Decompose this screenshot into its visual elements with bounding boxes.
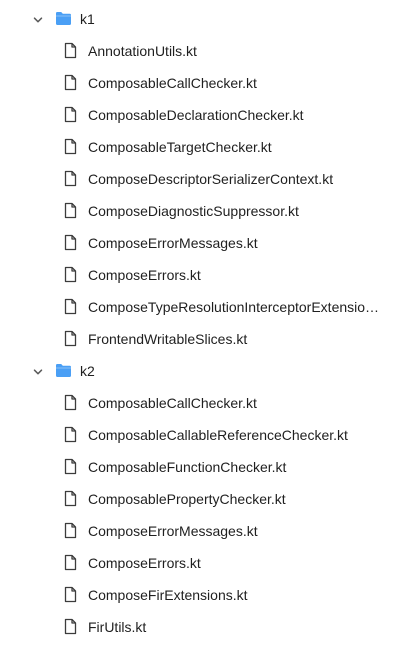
folder-icon	[55, 363, 72, 378]
folder-label: k2	[80, 363, 95, 379]
file-name: ComposableFunctionChecker.kt	[88, 459, 287, 475]
file-icon	[64, 202, 77, 219]
chevron-down-icon[interactable]	[32, 13, 44, 25]
file-item[interactable]: ComposeErrors.kt	[0, 547, 410, 579]
file-name: ComposeErrorMessages.kt	[88, 523, 258, 539]
file-icon	[64, 618, 77, 635]
file-name: ComposeTypeResolutionInterceptorExtensio…	[88, 299, 386, 315]
file-name: ComposeErrors.kt	[88, 267, 201, 283]
file-item[interactable]: FrontendWritableSlices.kt	[0, 323, 410, 355]
file-item[interactable]: ComposableCallChecker.kt	[0, 67, 410, 99]
folder-label: k1	[80, 11, 95, 27]
file-name: FirUtils.kt	[88, 619, 147, 635]
file-name: ComposableCallChecker.kt	[88, 395, 257, 411]
file-icon	[64, 426, 77, 443]
file-icon	[64, 458, 77, 475]
file-item[interactable]: ComposableDeclarationChecker.kt	[0, 99, 410, 131]
file-item[interactable]: ComposableCallChecker.kt	[0, 387, 410, 419]
file-icon	[64, 170, 77, 187]
file-icon	[64, 586, 77, 603]
file-item[interactable]: ComposeErrors.kt	[0, 259, 410, 291]
file-item[interactable]: ComposableCallableReferenceChecker.kt	[0, 419, 410, 451]
folder-k1[interactable]: k1	[0, 3, 410, 35]
file-item[interactable]: ComposeFirExtensions.kt	[0, 579, 410, 611]
file-icon	[64, 298, 77, 315]
file-name: ComposableCallChecker.kt	[88, 75, 257, 91]
file-name: ComposableTargetChecker.kt	[88, 139, 272, 155]
file-name: ComposableCallableReferenceChecker.kt	[88, 427, 348, 443]
file-icon	[64, 234, 77, 251]
file-item[interactable]: ComposableTargetChecker.kt	[0, 131, 410, 163]
file-item[interactable]: ComposeDescriptorSerializerContext.kt	[0, 163, 410, 195]
file-icon	[64, 330, 77, 347]
file-item[interactable]: ComposableFunctionChecker.kt	[0, 451, 410, 483]
file-name: ComposeDescriptorSerializerContext.kt	[88, 171, 334, 187]
folder-icon	[55, 11, 72, 26]
file-name: ComposeFirExtensions.kt	[88, 587, 248, 603]
file-icon	[64, 74, 77, 91]
file-icon	[64, 138, 77, 155]
file-item[interactable]: ComposeErrorMessages.kt	[0, 227, 410, 259]
file-icon	[64, 394, 77, 411]
file-tree: k1 AnnotationUtils.kt ComposableCallChecke…	[0, 0, 410, 645]
chevron-down-icon[interactable]	[32, 365, 44, 377]
file-item[interactable]: ComposeTypeResolutionInterceptorExtensio…	[0, 291, 410, 323]
file-icon	[64, 106, 77, 123]
file-name: ComposeErrors.kt	[88, 555, 201, 571]
file-item[interactable]: FirUtils.kt	[0, 611, 410, 643]
file-icon	[64, 490, 77, 507]
file-icon	[64, 554, 77, 571]
file-icon	[64, 42, 77, 59]
file-name: AnnotationUtils.kt	[88, 43, 197, 59]
file-item[interactable]: AnnotationUtils.kt	[0, 35, 410, 67]
file-icon	[64, 522, 77, 539]
file-item[interactable]: ComposablePropertyChecker.kt	[0, 483, 410, 515]
file-name: FrontendWritableSlices.kt	[88, 331, 248, 347]
file-icon	[64, 266, 77, 283]
file-item[interactable]: ComposeErrorMessages.kt	[0, 515, 410, 547]
folder-k2[interactable]: k2	[0, 355, 410, 387]
file-name: ComposableDeclarationChecker.kt	[88, 107, 304, 123]
file-item[interactable]: ComposeDiagnosticSuppressor.kt	[0, 195, 410, 227]
file-name: ComposeErrorMessages.kt	[88, 235, 258, 251]
file-name: ComposablePropertyChecker.kt	[88, 491, 286, 507]
file-name: ComposeDiagnosticSuppressor.kt	[88, 203, 299, 219]
